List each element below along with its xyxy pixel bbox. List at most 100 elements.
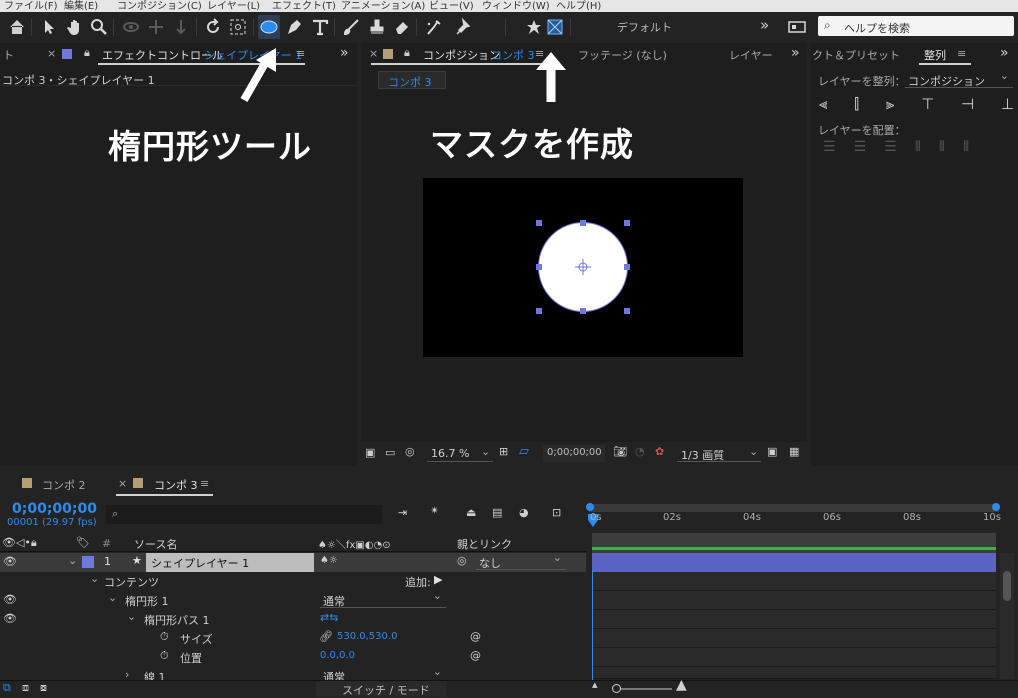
roto-brush-icon[interactable]	[423, 15, 445, 39]
fit-icon[interactable]: ⊞	[499, 445, 508, 458]
chevron-down-icon[interactable]: ⌄	[68, 554, 77, 567]
bbox-handle[interactable]	[580, 220, 586, 226]
source-name-header[interactable]: ソース名	[134, 536, 177, 552]
bbox-handle[interactable]	[536, 308, 542, 314]
motion-blur-icon[interactable]: ◕	[519, 506, 529, 519]
comp-timecode-field[interactable]: 0;00;00;00	[543, 445, 605, 462]
blend-mode-dropdown[interactable]: 通常	[320, 589, 446, 608]
bbox-handle[interactable]	[580, 308, 586, 314]
effects-tab-close-icon[interactable]: ×	[47, 47, 56, 60]
switches-modes-toggle[interactable]: スイッチ / モード	[316, 681, 446, 697]
path-direction-icon[interactable]: ⇄⇆	[320, 611, 338, 624]
comp-lock-icon[interactable]: 🔒︎	[404, 46, 410, 60]
layer-name-field[interactable]: シェイプレイヤー 1	[146, 553, 314, 572]
zoom-in-icon[interactable]: ▲	[676, 677, 687, 693]
zoom-slider-knob[interactable]	[612, 684, 621, 693]
selection-tool-icon[interactable]	[38, 15, 60, 39]
parent-dropdown[interactable]: なし	[476, 551, 566, 570]
graph-editor-icon[interactable]: ⊡	[552, 506, 561, 519]
add-menu-icon[interactable]: ▶	[434, 573, 442, 586]
distribute-right-icon[interactable]: ⦀	[963, 139, 969, 157]
ellipse-path-row[interactable]: 👁 ⌄ 楕円形パス 1 ⇄⇆	[0, 610, 586, 629]
position-property-row[interactable]: ⏱︎ 位置 0.0,0.0 @	[0, 648, 586, 667]
stopwatch-icon[interactable]: ⏱︎	[160, 649, 169, 663]
orbit-camera-icon[interactable]	[120, 15, 142, 39]
visibility-eye-icon[interactable]: 👁	[3, 555, 17, 568]
menu-view[interactable]: ビュー(V)	[429, 0, 474, 12]
text-tool-icon[interactable]	[309, 15, 331, 39]
zoom-dropdown[interactable]: 16.7 % ⌄	[427, 445, 493, 462]
puppet-pin-icon[interactable]	[453, 15, 475, 39]
display-icon[interactable]: ▭	[385, 446, 395, 459]
chevron-down-icon[interactable]: ⌄	[127, 610, 136, 623]
zoom-tool-icon[interactable]	[88, 15, 110, 39]
resolution-dropdown[interactable]: 1/3 画質 ⌄	[677, 445, 761, 462]
render-time-toggle-icon[interactable]: ⧇	[40, 681, 47, 695]
constrain-proportions-icon[interactable]: 🔗︎	[319, 630, 333, 643]
layer-switches[interactable]: ♠☼	[320, 555, 338, 566]
comp-tab-title[interactable]: コンポジション	[423, 47, 500, 63]
lock-icon[interactable]: 🔒︎	[84, 46, 90, 60]
visibility-eye-icon[interactable]: 👁	[3, 593, 17, 606]
fast-preview-icon[interactable]: ▣	[767, 445, 777, 458]
camera-icon[interactable]: 📷︎	[613, 445, 627, 458]
layer-row[interactable]: 👁 ⌄ 1 ★ シェイプレイヤー 1 ♠☼ ◎ なし	[0, 551, 586, 572]
timeline-panel-menu-icon[interactable]: ≡	[200, 477, 209, 490]
align-hcenter-icon[interactable]: ⫿	[854, 95, 859, 115]
region-of-interest-icon[interactable]: ▱	[519, 444, 529, 459]
menu-layer[interactable]: レイヤー(L)	[207, 0, 260, 12]
shy-layers-icon[interactable]: ⏏	[466, 506, 476, 519]
pen-tool-icon[interactable]	[283, 15, 305, 39]
work-area-start-handle[interactable]	[586, 503, 594, 511]
eraser-tool-icon[interactable]	[391, 15, 413, 39]
align-panel-menu-icon[interactable]: ≡	[957, 47, 966, 60]
align-vcenter-icon[interactable]: ⊣	[961, 95, 974, 115]
timeline-scrollbar[interactable]	[1000, 553, 1014, 679]
contents-row[interactable]: ⌄ コンテンツ 追加: ▶	[0, 572, 586, 591]
timeline-tab-comp2[interactable]: コンポ 2	[42, 477, 86, 493]
anchor-point-icon[interactable]	[575, 259, 591, 275]
channel-icon[interactable]: ✿	[655, 445, 664, 458]
comp-tab-close-icon[interactable]: ×	[369, 47, 378, 60]
size-property-row[interactable]: ⏱︎ サイズ 🔗︎ 530.0,530.0 @	[0, 629, 586, 648]
distribute-top-icon[interactable]: ☰	[823, 139, 836, 157]
comp-more-icon[interactable]: »	[791, 45, 800, 61]
expression-pickwhip-icon[interactable]: @	[470, 630, 481, 643]
clone-stamp-icon[interactable]	[366, 15, 388, 39]
snapping-icon[interactable]	[544, 15, 566, 39]
distribute-vcenter-icon[interactable]: ☰	[854, 139, 867, 157]
comp-viewer-canvas[interactable]	[423, 178, 743, 357]
dolly-camera-icon[interactable]	[170, 15, 192, 39]
ellipse-tool-icon[interactable]	[258, 15, 280, 39]
panel-switch-icon[interactable]	[786, 15, 808, 39]
align-left-icon[interactable]: ⫷	[819, 95, 827, 115]
size-value[interactable]: 530.0,530.0	[337, 631, 397, 642]
timeline-zoom-slider[interactable]	[612, 684, 672, 693]
rotate-tool-icon[interactable]	[202, 15, 224, 39]
layer-switches-toggle-icon[interactable]: ⧉	[3, 681, 11, 695]
align-tab[interactable]: 整列	[924, 47, 946, 63]
menu-help[interactable]: ヘルプ(H)	[556, 0, 601, 12]
brush-tool-icon[interactable]	[340, 15, 362, 39]
comp-tab-name[interactable]: コンポ 3	[491, 47, 535, 63]
pickwhip-icon[interactable]: ◎	[457, 554, 467, 567]
align-bottom-icon[interactable]: ⊥	[1001, 95, 1014, 115]
modes-toggle-icon[interactable]: ⧈	[22, 681, 29, 695]
distribute-bottom-icon[interactable]: ☰	[884, 139, 897, 157]
scrollbar-thumb[interactable]	[1003, 571, 1011, 601]
right-more-icon[interactable]: »	[1000, 45, 1009, 61]
current-time-display[interactable]: 0;00;00;00	[12, 501, 97, 517]
comp-breadcrumb-chip[interactable]: コンポ 3	[378, 71, 446, 89]
comp-flowchart-icon[interactable]: ⇥	[398, 506, 407, 519]
work-area-bar[interactable]	[589, 504, 999, 512]
footage-tab[interactable]: フッテージ (なし)	[578, 47, 667, 63]
bbox-handle[interactable]	[624, 220, 630, 226]
visibility-eye-icon[interactable]: 👁	[3, 612, 17, 625]
hand-tool-icon[interactable]	[64, 15, 86, 39]
draft-3d-icon[interactable]: ✴	[430, 504, 439, 517]
pan-camera-icon[interactable]	[145, 15, 167, 39]
menu-composition[interactable]: コンポジション(C)	[117, 0, 202, 12]
layer-label-color[interactable]	[82, 556, 94, 568]
effects-presets-tab[interactable]: クト＆プリセット	[812, 47, 900, 63]
align-top-icon[interactable]: ⊤	[921, 95, 934, 115]
